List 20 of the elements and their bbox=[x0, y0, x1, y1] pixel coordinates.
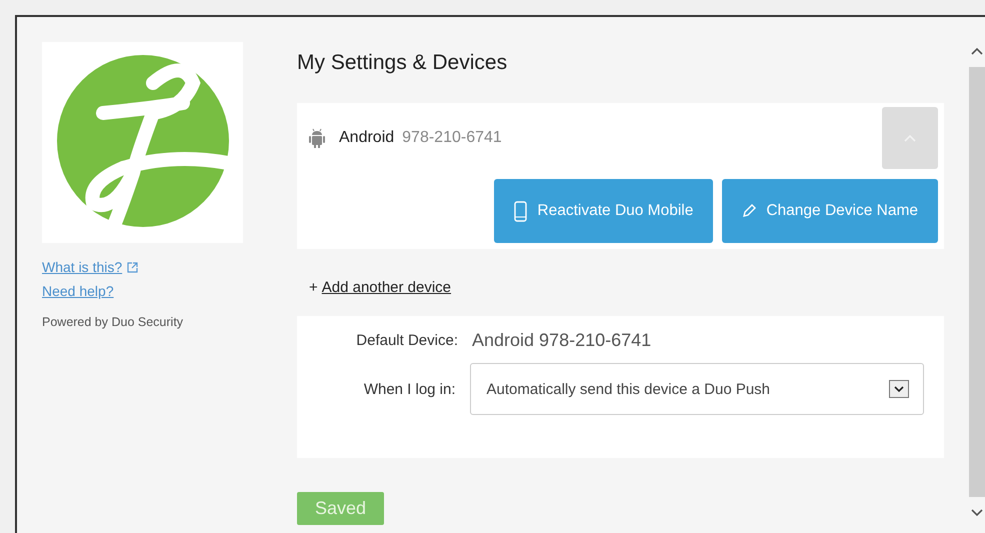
add-device-link[interactable]: Add another device bbox=[322, 279, 452, 296]
android-icon bbox=[309, 127, 325, 149]
field-label: When I log in: bbox=[362, 380, 457, 398]
device-name: Android bbox=[339, 129, 394, 147]
field-label: Default Device: bbox=[355, 332, 459, 349]
pencil-icon bbox=[742, 204, 756, 218]
default-device-value: Android 978-210-6741 bbox=[472, 330, 652, 351]
device-action-button[interactable]: Change Device Name bbox=[722, 179, 938, 243]
help-link[interactable]: Need help? bbox=[42, 283, 114, 299]
external-link-icon bbox=[127, 262, 138, 272]
scroll-up-icon[interactable] bbox=[971, 47, 983, 55]
device-action-button[interactable]: Reactivate Duo Mobile bbox=[494, 179, 714, 243]
phone-icon bbox=[514, 200, 528, 222]
login-action-dropdown[interactable]: Automatically send this device a Duo Push bbox=[470, 363, 924, 415]
plus-sign: + bbox=[309, 279, 318, 296]
page-title: My Settings & Devices bbox=[297, 51, 508, 75]
device-number: 978-210-6741 bbox=[402, 129, 502, 147]
scroll-down-icon[interactable] bbox=[971, 509, 983, 517]
powered-by-text: Powered by Duo Security bbox=[42, 315, 184, 329]
help-link[interactable]: What is this? bbox=[42, 259, 138, 275]
